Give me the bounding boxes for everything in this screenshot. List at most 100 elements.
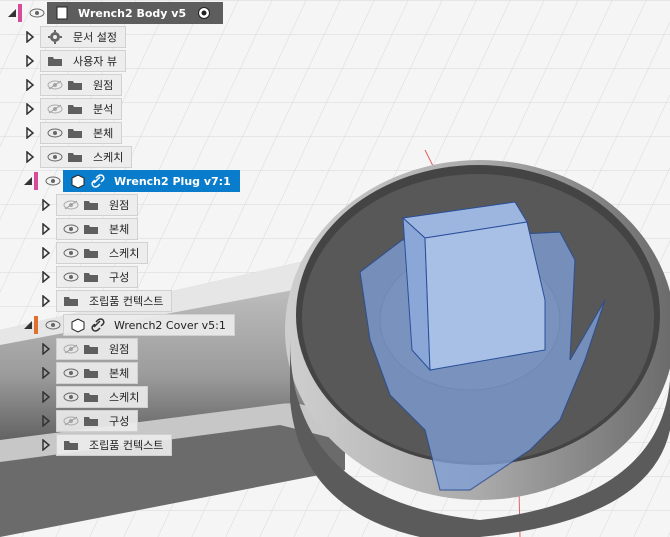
eye-hidden-icon[interactable] [61,196,81,214]
plug-child-item[interactable]: 스케치 [40,242,149,264]
folder-icon [81,388,101,406]
folder-icon [65,124,85,142]
cover-title: Wrench2 Cover v5:1 [114,318,226,332]
plug-child-item[interactable]: 조립품 컨텍스트 [40,290,173,312]
eye-hidden-icon[interactable] [45,100,65,118]
root-child-chip[interactable]: 스케치 [40,146,133,168]
folder-icon [81,196,101,214]
component-icon [68,172,88,190]
cover-child-label: 구성 [109,415,130,428]
root-child-chip[interactable]: 본체 [40,122,123,144]
folder-icon [61,436,81,454]
plug-child-label: 본체 [109,223,130,236]
eye-icon[interactable] [45,124,65,142]
eye-icon[interactable] [61,268,81,286]
collapse-arrow-icon[interactable] [6,2,18,24]
expand-arrow-icon[interactable] [40,410,52,432]
root-child-label: 스케치 [93,151,124,164]
plug-title: Wrench2 Plug v7:1 [114,174,231,188]
eye-icon[interactable] [27,4,47,22]
cover-child-label: 원점 [109,343,130,356]
plug-child-item[interactable]: 원점 [40,194,139,216]
expand-arrow-icon[interactable] [24,122,36,144]
cover-child-label: 조립품 컨텍스트 [89,439,164,452]
expand-arrow-icon[interactable] [24,26,36,48]
expand-arrow-icon[interactable] [40,290,52,312]
expand-arrow-icon[interactable] [24,146,36,168]
eye-icon[interactable] [61,220,81,238]
root-child-label: 본체 [93,127,114,140]
folder-icon [81,220,101,238]
cover-child-item[interactable]: 원점 [40,338,139,360]
eye-hidden-icon[interactable] [45,76,65,94]
root-child-label: 분석 [93,103,114,116]
cover-child-chip[interactable]: 구성 [56,410,139,432]
plug-component-chip[interactable]: Wrench2 Plug v7:1 [63,170,240,192]
root-title: Wrench2 Body v5 [78,6,187,20]
expand-arrow-icon[interactable] [40,434,52,456]
cover-child-chip[interactable]: 스케치 [56,386,149,408]
expand-arrow-icon[interactable] [40,194,52,216]
root-component-chip[interactable]: Wrench2 Body v5 [47,2,224,24]
expand-arrow-icon[interactable] [40,266,52,288]
cover-row[interactable]: Wrench2 Cover v5:1 [22,314,235,336]
cover-component-chip[interactable]: Wrench2 Cover v5:1 [63,314,235,336]
folder-icon [81,364,101,382]
root-child-chip[interactable]: 문서 설정 [40,26,126,48]
expand-arrow-icon[interactable] [40,362,52,384]
expand-arrow-icon[interactable] [24,98,36,120]
cover-child-chip[interactable]: 본체 [56,362,139,384]
root-child-item[interactable]: 사용자 뷰 [24,50,126,72]
active-radio-icon[interactable] [194,4,214,22]
tree-root-row[interactable]: Wrench2 Body v5 [6,2,224,24]
cover-child-item[interactable]: 본체 [40,362,139,384]
folder-icon [65,76,85,94]
expand-arrow-icon[interactable] [24,50,36,72]
plug-child-chip[interactable]: 본체 [56,218,139,240]
eye-icon[interactable] [43,172,63,190]
root-child-item[interactable]: 문서 설정 [24,26,126,48]
root-child-chip[interactable]: 분석 [40,98,123,120]
cover-child-item[interactable]: 구성 [40,410,139,432]
expand-arrow-icon[interactable] [40,218,52,240]
eye-icon[interactable] [61,388,81,406]
root-child-chip[interactable]: 사용자 뷰 [40,50,126,72]
root-child-item[interactable]: 본체 [24,122,123,144]
cover-child-item[interactable]: 스케치 [40,386,149,408]
plug-child-item[interactable]: 구성 [40,266,139,288]
plug-child-label: 조립품 컨텍스트 [89,295,164,308]
eye-icon[interactable] [61,244,81,262]
collapse-arrow-icon[interactable] [22,170,34,192]
plug-child-chip[interactable]: 구성 [56,266,139,288]
folder-icon [81,268,101,286]
plug-child-item[interactable]: 본체 [40,218,139,240]
expand-arrow-icon[interactable] [40,242,52,264]
folder-icon [81,412,101,430]
root-child-item[interactable]: 스케치 [24,146,133,168]
expand-arrow-icon[interactable] [40,338,52,360]
cover-child-chip[interactable]: 조립품 컨텍스트 [56,434,173,456]
plug-child-chip[interactable]: 스케치 [56,242,149,264]
root-child-item[interactable]: 원점 [24,74,123,96]
expand-arrow-icon[interactable] [24,74,36,96]
cover-child-item[interactable]: 조립품 컨텍스트 [40,434,173,456]
plug-child-chip[interactable]: 조립품 컨텍스트 [56,290,173,312]
eye-hidden-icon[interactable] [61,412,81,430]
eye-hidden-icon[interactable] [61,340,81,358]
plug-child-chip[interactable]: 원점 [56,194,139,216]
folder-icon [61,292,81,310]
link-icon [88,316,108,334]
plug-row[interactable]: Wrench2 Plug v7:1 [22,170,240,192]
expand-arrow-icon[interactable] [40,386,52,408]
gear-icon [45,28,65,46]
root-child-label: 사용자 뷰 [73,55,117,68]
eye-icon[interactable] [43,316,63,334]
eye-icon[interactable] [61,364,81,382]
link-icon [88,172,108,190]
eye-icon[interactable] [45,148,65,166]
root-child-item[interactable]: 분석 [24,98,123,120]
collapse-arrow-icon[interactable] [22,314,34,336]
cover-child-chip[interactable]: 원점 [56,338,139,360]
root-child-chip[interactable]: 원점 [40,74,123,96]
component-icon [68,316,88,334]
